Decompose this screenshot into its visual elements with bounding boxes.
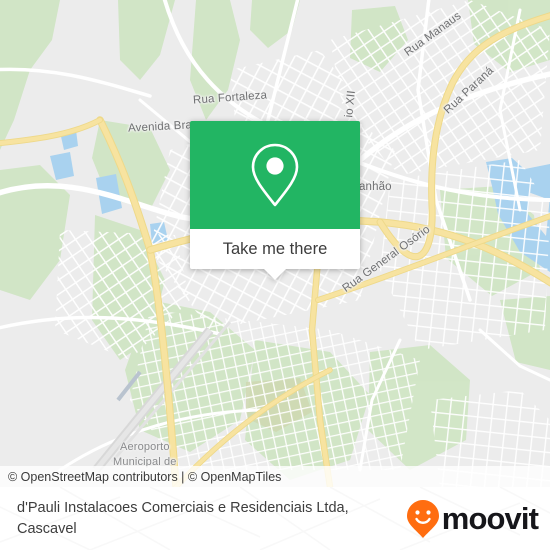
footer-bar: d'Pauli Instalacoes Comerciais e Residen… [0,487,550,550]
take-me-there-button[interactable]: Take me there [190,229,360,280]
map-canvas[interactable]: Rua Fortaleza Avenida Bra Rua Manaus Rua… [0,0,550,487]
take-me-there-label: Take me there [222,239,328,258]
place-title: d'Pauli Instalacoes Comerciais e Residen… [17,499,349,537]
place-popup[interactable]: Take me there [190,121,360,280]
popup-header [190,121,360,229]
moovit-logo: moovit [406,499,539,539]
map-pin-icon [251,143,299,207]
moovit-wordmark: moovit [441,501,539,536]
map-attribution-text: © OpenStreetMap contributors | © OpenMap… [8,469,282,484]
moovit-place-map-card: Rua Fortaleza Avenida Bra Rua Manaus Rua… [0,0,550,550]
popup-tail [263,268,287,280]
moovit-smiley-pin-icon [406,499,439,538]
map-attribution-bar: © OpenStreetMap contributors | © OpenMap… [0,466,550,487]
